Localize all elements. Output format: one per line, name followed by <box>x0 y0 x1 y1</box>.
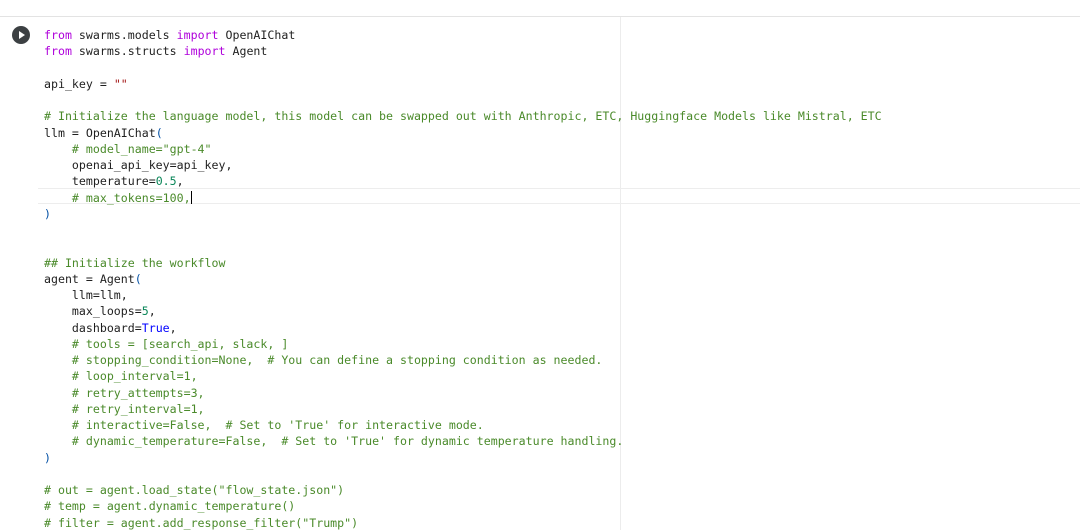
code-token: # stopping_condition=None, # You can def… <box>71 353 603 367</box>
code-line[interactable]: # dynamic_temperature=False, # Set to 'T… <box>44 433 882 449</box>
code-token: # Initialize the language model, this mo… <box>44 109 882 124</box>
code-line[interactable]: # filter = agent.add_response_filter("Tr… <box>44 515 882 531</box>
code-line[interactable]: api_key = "" <box>44 76 882 92</box>
code-line[interactable]: # stopping_condition=None, # You can def… <box>44 352 882 368</box>
code-line[interactable]: openai_api_key=api_key, <box>44 157 882 173</box>
code-token: from <box>44 28 72 42</box>
code-token: # model_name="gpt-4" <box>71 141 212 156</box>
code-line[interactable]: ## Initialize the workflow <box>44 255 882 271</box>
code-token: # max_tokens=100, <box>71 190 191 205</box>
code-line[interactable] <box>44 60 882 76</box>
code-token: # retry_attempts=3, <box>71 385 205 400</box>
code-line[interactable]: ) <box>44 450 882 466</box>
code-token: # loop_interval=1, <box>71 369 198 384</box>
code-token: # out = agent.load_state("flow_state.jso… <box>44 483 345 497</box>
code-token: 0.5 <box>155 174 177 189</box>
code-line[interactable]: # Initialize the language model, this mo… <box>44 108 882 124</box>
code-line[interactable] <box>44 222 882 238</box>
code-text[interactable]: from swarms.models import OpenAIChat from… <box>44 27 882 531</box>
code-line[interactable]: from swarms.models import OpenAIChat <box>44 27 882 43</box>
code-token: agent = Agent <box>44 271 135 286</box>
code-line[interactable]: # temp = agent.dynamic_temperature() <box>44 498 882 514</box>
code-token: llm = OpenAIChat <box>44 125 156 140</box>
code-line[interactable] <box>44 238 882 254</box>
code-token: api_key = <box>44 76 114 91</box>
code-line[interactable]: # loop_interval=1, <box>44 368 882 384</box>
code-token: , <box>148 304 156 319</box>
code-line[interactable] <box>44 92 882 108</box>
code-line[interactable]: agent = Agent( <box>44 271 882 287</box>
code-token: # retry_interval=1, <box>71 401 205 416</box>
code-token: True <box>141 320 170 335</box>
code-token: import <box>176 28 219 42</box>
code-token: # dynamic_temperature=False, # Set to 'T… <box>71 434 624 449</box>
code-token: 5 <box>141 304 149 319</box>
code-line[interactable]: llm=llm, <box>44 287 882 303</box>
code-line[interactable]: # tools = [search_api, slack, ] <box>44 336 882 352</box>
code-token: ) <box>44 450 51 465</box>
code-token: import <box>183 44 226 59</box>
code-line[interactable]: # interactive=False, # Set to 'True' for… <box>44 417 882 433</box>
code-line[interactable]: ) <box>44 206 882 222</box>
code-token: dashboard= <box>44 320 142 335</box>
code-line[interactable]: llm = OpenAIChat( <box>44 125 882 141</box>
code-line[interactable]: dashboard=True, <box>44 320 882 336</box>
code-line[interactable]: max_loops=5, <box>44 303 882 319</box>
code-token: llm=llm, <box>44 288 128 302</box>
code-token: # tools = [search_api, slack, ] <box>71 336 289 351</box>
code-line[interactable]: # out = agent.load_state("flow_state.jso… <box>44 482 882 498</box>
code-token: , <box>169 320 177 335</box>
code-line[interactable]: # max_tokens=100, <box>44 190 882 206</box>
code-line[interactable]: temperature=0.5, <box>44 173 882 189</box>
code-token: swarms.models <box>71 28 177 42</box>
code-token: max_loops= <box>44 304 142 319</box>
code-editor[interactable]: from swarms.models import OpenAIChat from… <box>38 17 1080 530</box>
code-token: Agent <box>225 44 268 59</box>
code-line[interactable]: from swarms.structs import Agent <box>44 43 882 59</box>
code-token: OpenAIChat <box>218 28 296 42</box>
code-token: ( <box>155 125 163 140</box>
code-line[interactable]: # retry_attempts=3, <box>44 385 882 401</box>
top-strip <box>0 0 1080 16</box>
code-token: openai_api_key=api_key, <box>44 158 233 172</box>
code-token: # filter = agent.add_response_filter("Tr… <box>44 515 359 530</box>
code-line[interactable]: # model_name="gpt-4" <box>44 141 882 157</box>
code-token: # interactive=False, # Set to 'True' for… <box>71 418 484 432</box>
code-token: ## Initialize the workflow <box>44 255 226 270</box>
code-token: ( <box>134 271 142 286</box>
code-token: temperature= <box>44 174 156 189</box>
run-cell-button[interactable] <box>12 26 30 44</box>
code-token: "" <box>113 76 128 91</box>
code-token: , <box>176 174 184 189</box>
code-line[interactable]: # retry_interval=1, <box>44 401 882 417</box>
code-token: swarms.structs <box>71 44 184 59</box>
text-cursor <box>190 190 192 204</box>
code-cell[interactable]: from swarms.models import OpenAIChat from… <box>0 16 1080 530</box>
code-line[interactable] <box>44 466 882 482</box>
code-token: # temp = agent.dynamic_temperature() <box>44 499 296 514</box>
code-token: from <box>44 44 72 59</box>
code-token: ) <box>44 206 51 221</box>
